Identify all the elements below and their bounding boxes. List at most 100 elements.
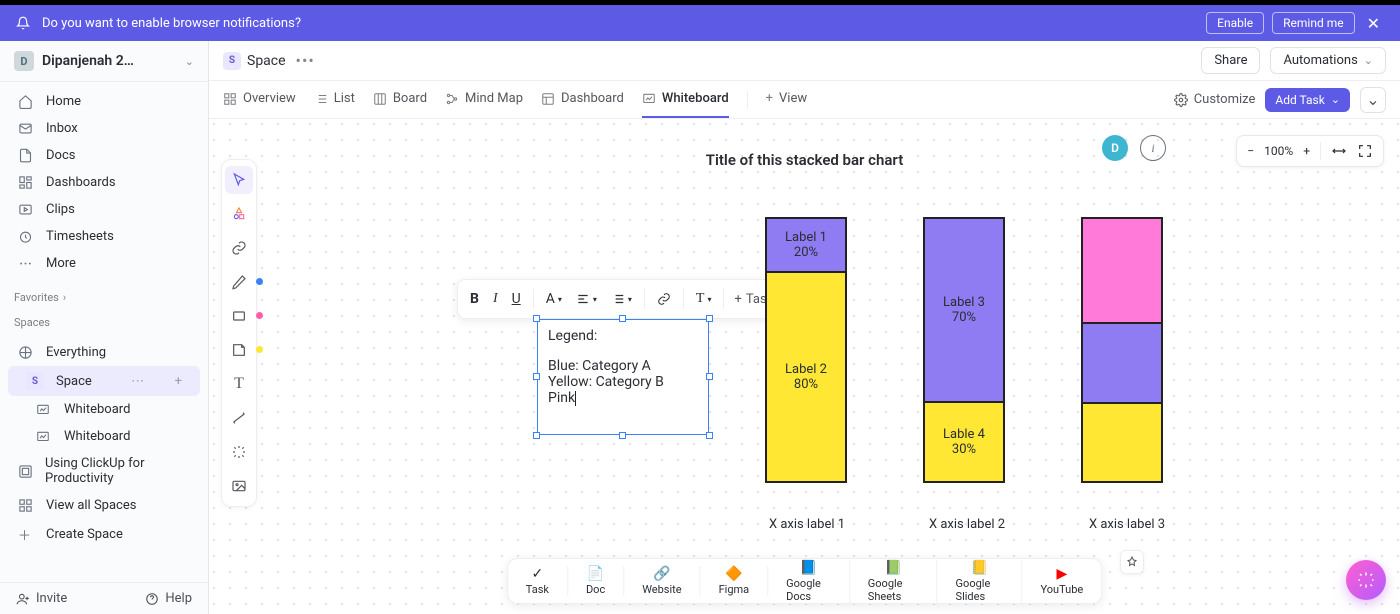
sidebar-item-whiteboard-2[interactable]: Whiteboard [0,423,208,450]
resize-handle[interactable] [706,315,713,322]
ai-fab[interactable] [1346,560,1386,600]
font-button[interactable]: A▾ [544,289,564,309]
sidebar-item-viewall[interactable]: View all Spaces [0,492,208,519]
remind-me-button[interactable]: Remind me [1272,12,1354,34]
insert-youtube[interactable]: ▶YouTube [1023,566,1102,596]
sidebar-item-dashboards[interactable]: Dashboards [0,169,208,196]
pen-tool[interactable] [225,268,253,296]
legend-text-box[interactable]: Legend: Blue: Category A Yellow: Categor… [537,319,709,435]
list-button[interactable]: ▾ [609,290,634,308]
italic-button[interactable]: I [491,289,500,309]
sidebar-item-timesheets[interactable]: Timesheets [0,223,208,250]
resize-handle[interactable] [533,315,540,322]
fullscreen-icon[interactable] [1357,143,1373,159]
resize-handle[interactable] [619,432,626,439]
item-menu-icon[interactable]: ⋯ [131,374,144,389]
insert-figma[interactable]: 🔶Figma [701,566,769,596]
resize-handle[interactable] [533,432,540,439]
bold-button[interactable]: B [468,289,481,309]
legend-line: Blue: Category A [548,358,698,374]
zoom-level[interactable]: 100% [1264,144,1293,158]
sidebar-item-inbox[interactable]: Inbox [0,115,208,142]
sidebar-item-more[interactable]: More [0,250,208,277]
sidebar-item-docs[interactable]: Docs [0,142,208,169]
tab-list[interactable]: List [314,81,355,118]
ai-tool[interactable] [225,438,253,466]
bar-segment[interactable] [1083,404,1161,481]
sidebar-item-label: Timesheets [46,229,114,244]
invite-button[interactable]: Invite [16,591,67,606]
tab-dashboard[interactable]: Dashboard [541,81,624,118]
pin-icon[interactable] [1120,550,1144,574]
automations-button[interactable]: Automations⌄ [1270,47,1386,74]
whiteboard-canvas[interactable]: D i − 100% + T [209,119,1400,614]
zoom-in-button[interactable]: + [1303,144,1310,158]
insert-google-slides[interactable]: 📒Google Slides [938,560,1023,603]
align-button[interactable]: ▾ [574,290,599,308]
sidebar-item-home[interactable]: Home [0,88,208,115]
sidebar-item-create-space[interactable]: ＋Create Space [0,519,208,550]
space-menu-icon[interactable]: ••• [296,51,315,70]
sticky-note-tool[interactable] [225,336,253,364]
x-axis-label[interactable]: X axis label 3 [1085,517,1169,532]
breadcrumb-space[interactable]: SSpace [223,52,286,70]
connector-tool[interactable] [225,234,253,262]
bar[interactable]: Label 120%Label 280% [765,217,847,483]
link-button[interactable] [655,290,673,308]
sidebar-item-clips[interactable]: Clips [0,196,208,223]
resize-handle[interactable] [706,432,713,439]
sidebar-item-space[interactable]: SSpace⋯ + [8,366,200,396]
x-axis-label[interactable]: X axis label 1 [765,517,849,532]
fit-width-icon[interactable] [1331,143,1347,159]
shapes-tool[interactable] [225,200,253,228]
workspace-selector[interactable]: D Dipanjenah 2… ⌄ [0,41,208,82]
bar[interactable]: Label 370%Lable 430% [923,217,1005,483]
insert-doc[interactable]: 📄Doc [568,566,624,596]
enable-button[interactable]: Enable [1206,12,1264,34]
tab-add-view[interactable]: +View [766,81,808,118]
bar-segment[interactable]: Label 370% [925,219,1003,403]
tab-whiteboard[interactable]: Whiteboard [642,81,729,118]
add-task-button[interactable]: Add Task⌄ [1265,88,1350,112]
add-icon[interactable]: + [175,374,182,389]
chart-x-labels: X axis label 1 X axis label 2 X axis label… [765,517,1169,532]
insert-google-docs[interactable]: 📘Google Docs [768,560,850,603]
text-tool[interactable]: T [225,370,253,398]
sidebar-item-everything[interactable]: Everything [0,339,208,366]
bar-segment[interactable] [1083,219,1161,324]
zoom-out-button[interactable]: − [1247,144,1254,158]
line-tool[interactable] [225,404,253,432]
resize-handle[interactable] [533,373,540,380]
insert-google-sheets[interactable]: 📗Google Sheets [850,560,938,603]
insert-task[interactable]: ✓Task [508,566,568,596]
share-button[interactable]: Share [1201,47,1260,74]
x-axis-label[interactable]: X axis label 2 [925,517,1009,532]
info-icon[interactable]: i [1140,135,1166,161]
more-options-button[interactable]: ⌄ [1360,87,1386,113]
bar-segment[interactable] [1083,324,1161,403]
close-icon[interactable]: ✕ [1363,14,1384,33]
tab-overview[interactable]: Overview [223,81,296,118]
user-avatar[interactable]: D [1102,135,1128,161]
favorites-heading[interactable]: Favorites › [0,283,208,308]
chart-title[interactable]: Title of this stacked bar chart [706,151,903,169]
tab-board[interactable]: Board [373,81,427,118]
grid-icon [18,498,34,513]
bar-segment[interactable]: Label 280% [767,273,845,481]
rectangle-tool[interactable] [225,302,253,330]
insert-website[interactable]: 🔗Website [624,566,700,596]
image-tool[interactable] [225,472,253,500]
tab-mindmap[interactable]: Mind Map [445,81,523,118]
customize-button[interactable]: Customize [1174,92,1256,107]
text-style-button[interactable]: T▾ [694,289,714,309]
bar-segment[interactable]: Lable 430% [925,403,1003,481]
sidebar-item-whiteboard-1[interactable]: Whiteboard [0,396,208,423]
bar[interactable] [1081,217,1163,483]
underline-button[interactable]: U [510,289,523,309]
help-button[interactable]: Help [145,591,192,606]
bar-segment[interactable]: Label 120% [767,219,845,273]
resize-handle[interactable] [706,373,713,380]
sidebar-item-using-clickup[interactable]: Using ClickUp for Productivity [0,450,208,492]
select-tool[interactable] [225,166,253,194]
resize-handle[interactable] [619,315,626,322]
